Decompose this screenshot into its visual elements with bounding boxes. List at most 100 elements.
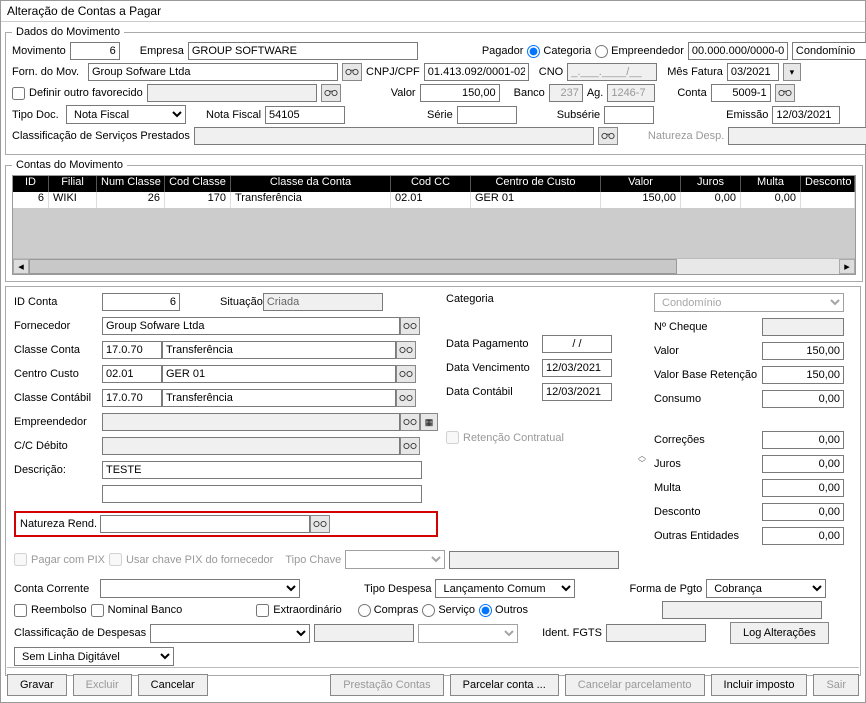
data-pag-input[interactable] — [542, 335, 612, 353]
reembolso-checkbox[interactable] — [14, 604, 27, 617]
valor-base-input[interactable] — [762, 366, 844, 384]
classif-serv-search-icon[interactable] — [598, 127, 618, 145]
tipo-doc-select[interactable]: Nota Fiscal — [66, 105, 186, 124]
classe-conta-label: Classe Conta — [14, 344, 102, 356]
forma-pgto-select[interactable]: Cobrança — [706, 579, 826, 598]
subserie-input[interactable] — [604, 106, 654, 124]
classe-conta-cod[interactable] — [102, 341, 162, 359]
categoria-radio[interactable] — [527, 45, 540, 58]
td-codclasse: 170 — [165, 192, 231, 208]
sair-button: Sair — [813, 674, 859, 696]
condominio-input[interactable] — [792, 42, 866, 60]
scroll-thumb[interactable] — [29, 259, 677, 274]
classe-contabil-label: Classe Contábil — [14, 392, 102, 404]
classe-conta-nome[interactable] — [162, 341, 396, 359]
cnpj-cpf-input[interactable] — [424, 63, 529, 81]
tipo-despesa-label: Tipo Despesa — [364, 583, 431, 595]
descricao-input-2[interactable] — [102, 485, 422, 503]
definir-outro-search-icon[interactable] — [321, 84, 341, 102]
nota-fiscal-input[interactable] — [265, 106, 345, 124]
classif-desp-select[interactable] — [150, 624, 310, 643]
extraordinario-label: Extraordinário — [273, 604, 341, 616]
classe-conta-search-icon[interactable] — [396, 341, 416, 359]
table-row[interactable]: 6 WIKI 26 170 Transferência 02.01 GER 01… — [13, 192, 855, 208]
empreendedor-radio[interactable] — [595, 45, 608, 58]
fornecedor-input[interactable] — [102, 317, 400, 335]
mes-fatura-button[interactable]: ▾ — [783, 63, 801, 81]
classe-contabil-search-icon[interactable] — [396, 389, 416, 407]
forn-mov-input[interactable] — [88, 63, 338, 81]
cheque-input — [762, 318, 844, 336]
empreendedor-search-icon[interactable] — [400, 413, 420, 431]
valor-input[interactable] — [420, 84, 500, 102]
definir-outro-checkbox[interactable] — [12, 87, 25, 100]
consumo-input[interactable] — [762, 390, 844, 408]
cnpj-payer-input[interactable] — [688, 42, 788, 60]
id-conta-input[interactable] — [102, 293, 180, 311]
cc-debito-search-icon[interactable] — [400, 437, 420, 455]
ident-fgts-label: Ident. FGTS — [542, 627, 602, 639]
mes-fatura-input[interactable] — [727, 63, 779, 81]
fornecedor-search-icon[interactable] — [400, 317, 420, 335]
ident-fgts-input — [606, 624, 706, 642]
centro-custo-cod[interactable] — [102, 365, 162, 383]
cnpj-cpf-label: CNPJ/CPF — [366, 66, 420, 78]
sem-linha-select[interactable]: Sem Linha Digitável — [14, 647, 174, 666]
classif-serv-input — [194, 127, 594, 145]
data-contabil-input[interactable] — [542, 383, 612, 401]
log-alteracoes-button[interactable]: Log Alterações — [730, 622, 829, 644]
data-contabil-label: Data Contábil — [446, 386, 542, 398]
empresa-input[interactable] — [188, 42, 418, 60]
contas-table[interactable]: ID Filial Num Classe Cod Classe Classe d… — [12, 175, 856, 275]
outros-label: Outros — [495, 604, 528, 616]
gravar-button[interactable]: Gravar — [7, 674, 67, 696]
servico-radio[interactable] — [422, 604, 435, 617]
nat-rend-search-icon[interactable] — [310, 515, 330, 533]
compras-radio[interactable] — [358, 604, 371, 617]
horizontal-scrollbar[interactable]: ◂ ▸ — [13, 258, 855, 274]
forma-pgto-label: Forma de Pgto — [629, 583, 702, 595]
centro-custo-search-icon[interactable] — [396, 365, 416, 383]
ag-input — [607, 84, 655, 102]
down-arrow-icon[interactable]: ﹀ — [638, 460, 646, 468]
incluir-imposto-button[interactable]: Incluir imposto — [711, 674, 808, 696]
th-desconto: Desconto — [801, 176, 855, 192]
valor-d-input[interactable] — [762, 342, 844, 360]
empreendedor-extra-button[interactable]: ▦ — [420, 413, 438, 431]
mes-fatura-label: Mês Fatura — [667, 66, 723, 78]
movimento-label: Movimento — [12, 45, 66, 57]
data-venc-input[interactable] — [542, 359, 612, 377]
classe-contabil-nome[interactable] — [162, 389, 396, 407]
th-codclasse: Cod Classe — [165, 176, 231, 192]
multa-input[interactable] — [762, 479, 844, 497]
cancelar-button[interactable]: Cancelar — [138, 674, 208, 696]
movimento-input[interactable] — [70, 42, 120, 60]
classif-desp-extra — [314, 624, 414, 642]
descricao-input[interactable] — [102, 461, 422, 479]
juros-input[interactable] — [762, 455, 844, 473]
scroll-left-icon[interactable]: ◂ — [13, 259, 29, 274]
emissao-input[interactable] — [772, 106, 840, 124]
nat-rend-input[interactable] — [100, 515, 310, 533]
tipo-despesa-select[interactable]: Lançamento Comum — [435, 579, 575, 598]
definir-outro-input — [147, 84, 317, 102]
categoria-select: Condomínio — [654, 293, 844, 312]
td-juros: 0,00 — [681, 192, 741, 208]
td-filial: WIKI — [49, 192, 97, 208]
scroll-right-icon[interactable]: ▸ — [839, 259, 855, 274]
classe-contabil-cod[interactable] — [102, 389, 162, 407]
parcelar-button[interactable]: Parcelar conta ... — [450, 674, 559, 696]
outros-radio[interactable] — [479, 604, 492, 617]
conta-search-icon[interactable] — [775, 84, 795, 102]
forn-search-icon[interactable] — [342, 63, 362, 81]
extraordinario-checkbox[interactable] — [256, 604, 269, 617]
conta-corrente-select[interactable] — [100, 579, 300, 598]
serie-input[interactable] — [457, 106, 517, 124]
centro-custo-nome[interactable] — [162, 365, 396, 383]
outras-ent-input[interactable] — [762, 527, 844, 545]
desconto-input[interactable] — [762, 503, 844, 521]
nominal-banco-checkbox[interactable] — [91, 604, 104, 617]
juros-label: Juros — [654, 458, 762, 470]
correcoes-input[interactable] — [762, 431, 844, 449]
conta-input[interactable] — [711, 84, 771, 102]
